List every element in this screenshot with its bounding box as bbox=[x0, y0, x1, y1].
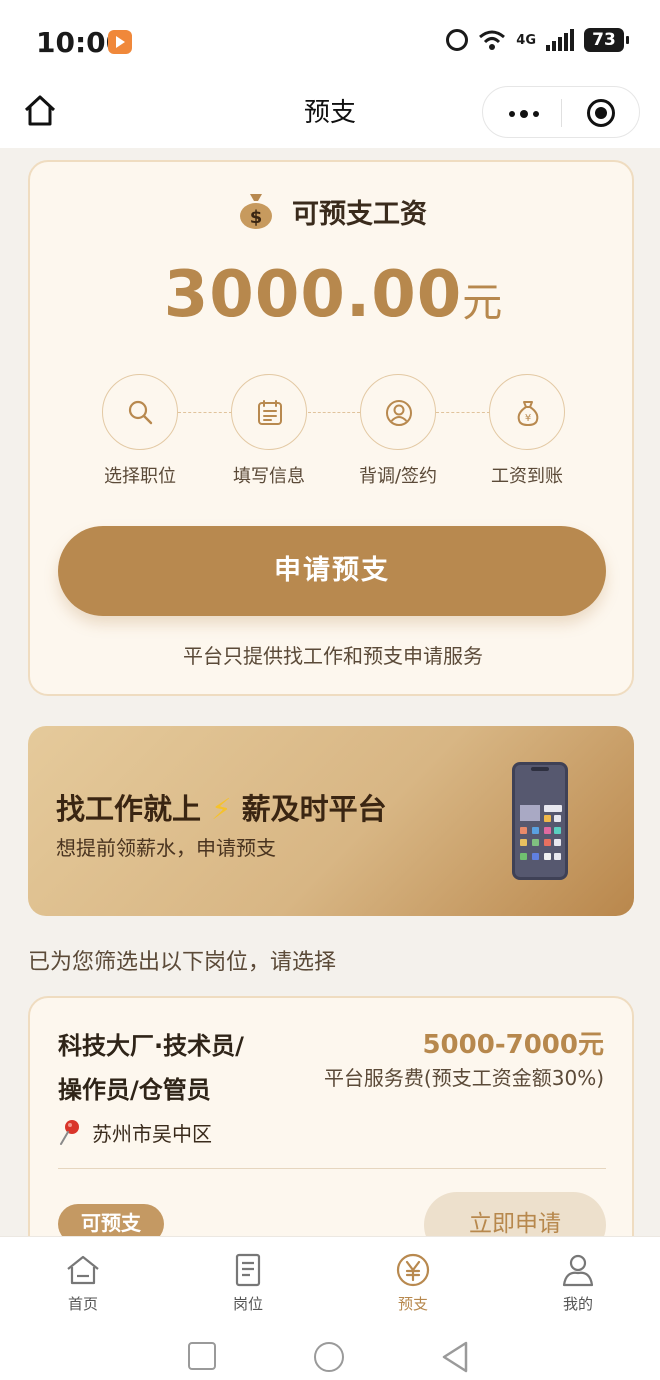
tab-label: 岗位 bbox=[232, 1295, 263, 1313]
tab-label: 预支 bbox=[397, 1295, 428, 1313]
tab-label: 我的 bbox=[562, 1295, 593, 1313]
tab-home[interactable]: 首页 bbox=[28, 1253, 138, 1314]
step-label: 背调/签约 bbox=[358, 466, 438, 487]
job-location: 苏州市吴中区 bbox=[92, 1122, 212, 1146]
job-title-line: 操作员/仓管员 bbox=[58, 1076, 211, 1104]
job-title: 科技大厂·技术员/ 操作员/仓管员 bbox=[58, 1024, 288, 1112]
advance-title: 可预支工资 bbox=[292, 199, 427, 230]
bottom-tab-bar: 首页 岗位 预支 我的 bbox=[0, 1236, 660, 1336]
step-background-check bbox=[360, 374, 436, 450]
location-pin-icon bbox=[60, 1120, 79, 1145]
form-icon bbox=[258, 400, 282, 425]
search-icon bbox=[128, 400, 153, 425]
document-icon bbox=[235, 1253, 261, 1287]
back-button[interactable] bbox=[440, 1340, 470, 1374]
tab-profile[interactable]: 我的 bbox=[523, 1253, 633, 1314]
profile-icon bbox=[562, 1254, 594, 1287]
recent-apps-button[interactable] bbox=[188, 1342, 216, 1370]
filter-note: 已为您筛选出以下岗位，请选择 bbox=[28, 950, 337, 975]
tab-jobs[interactable]: 岗位 bbox=[193, 1253, 303, 1314]
battery-icon: 73 bbox=[584, 28, 629, 52]
svg-text:$: $ bbox=[250, 207, 263, 228]
network-type: 4G bbox=[516, 32, 536, 48]
phone-illustration bbox=[512, 762, 568, 880]
more-icon[interactable] bbox=[509, 110, 539, 118]
system-navigation-bar bbox=[0, 1336, 660, 1380]
signal-icon bbox=[546, 29, 574, 51]
capsule-divider bbox=[561, 99, 562, 127]
divider bbox=[58, 1168, 606, 1169]
yen-icon bbox=[396, 1253, 430, 1287]
user-icon bbox=[386, 400, 412, 426]
lightning-icon: ⚡ bbox=[211, 792, 232, 826]
step-connector bbox=[178, 412, 232, 413]
tab-advance[interactable]: 预支 bbox=[358, 1253, 468, 1314]
nav-bar: 预支 bbox=[0, 82, 660, 148]
job-salary: 5000-7000元 bbox=[422, 1030, 604, 1060]
advance-amount: 3000.00元 bbox=[30, 258, 636, 332]
wifi-icon bbox=[479, 30, 506, 50]
job-title-line: 科技大厂·技术员/ bbox=[58, 1032, 244, 1060]
money-bag-icon: ¥ bbox=[517, 401, 539, 427]
status-bar: 10:00 4G 73 bbox=[0, 0, 660, 82]
video-app-icon bbox=[108, 30, 132, 54]
home-icon bbox=[67, 1255, 99, 1285]
tab-label: 首页 bbox=[67, 1295, 98, 1313]
home-button[interactable] bbox=[314, 1342, 344, 1372]
step-fill-info bbox=[231, 374, 307, 450]
alarm-icon bbox=[446, 29, 469, 51]
close-target-icon[interactable] bbox=[587, 99, 615, 127]
step-salary-arrival: ¥ bbox=[489, 374, 565, 450]
amount-value: 3000.00 bbox=[163, 258, 463, 332]
step-label: 填写信息 bbox=[233, 466, 305, 487]
status-icons: 4G 73 bbox=[446, 28, 629, 52]
job-service-fee: 平台服务费(预支工资金额30%) bbox=[323, 1066, 604, 1090]
advance-card: $ 可预支工资 3000.00元 ¥ 选择职位 填写信息 背调/签约 工资到账 … bbox=[28, 160, 634, 696]
banner-title-post: 薪及时平台 bbox=[241, 792, 387, 826]
job-card[interactable]: 科技大厂·技术员/ 操作员/仓管员 5000-7000元 平台服务费(预支工资金… bbox=[28, 996, 634, 1256]
platform-disclaimer: 平台只提供找工作和预支申请服务 bbox=[183, 644, 483, 668]
apply-advance-button[interactable]: 申请预支 bbox=[58, 526, 606, 616]
step-connector bbox=[436, 412, 490, 413]
step-label: 工资到账 bbox=[491, 466, 563, 487]
banner-subtitle: 想提前领薪水，申请预支 bbox=[56, 836, 276, 860]
step-connector bbox=[308, 412, 360, 413]
banner-title: 找工作就上 ⚡ 薪及时平台 bbox=[56, 786, 387, 828]
banner-title-pre: 找工作就上 bbox=[56, 792, 202, 826]
step-select-job bbox=[102, 374, 178, 450]
step-label: 选择职位 bbox=[104, 466, 176, 487]
amount-unit: 元 bbox=[462, 280, 503, 326]
mini-program-capsule bbox=[482, 86, 640, 138]
promo-banner[interactable]: 找工作就上 ⚡ 薪及时平台 想提前领薪水，申请预支 bbox=[28, 726, 634, 916]
svg-text:¥: ¥ bbox=[525, 413, 531, 424]
money-bag-icon: $ bbox=[240, 194, 272, 229]
